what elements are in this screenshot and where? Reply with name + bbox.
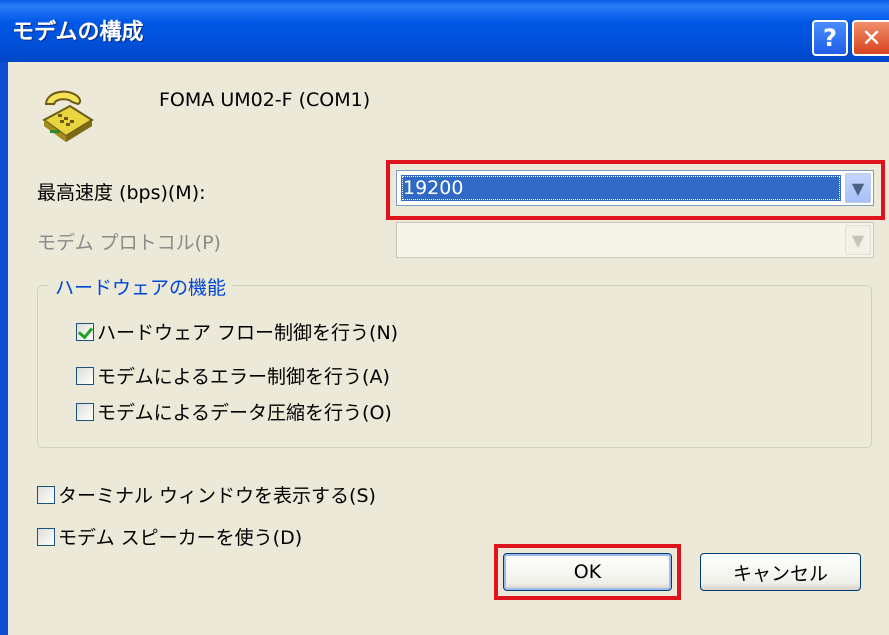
error-control-checkbox[interactable]: モデムによるエラー制御を行う(A) [76, 362, 390, 389]
modem-speaker-checkbox[interactable]: モデム スピーカーを使う(D) [37, 523, 302, 550]
cancel-button[interactable]: キャンセル [700, 553, 861, 591]
terminal-window-label: ターミナル ウィンドウを表示する(S) [58, 485, 376, 507]
checkbox-box[interactable] [76, 366, 94, 385]
data-compression-label: モデムによるデータ圧縮を行う(O) [97, 402, 392, 424]
highlight-speed [386, 160, 885, 220]
close-icon: ✕ [861, 24, 882, 52]
highlight-ok [494, 544, 681, 600]
checkbox-box[interactable] [37, 485, 55, 504]
checkbox-box[interactable] [37, 527, 55, 546]
protocol-label: モデム プロトコル(P) [37, 232, 221, 254]
hardware-features-legend: ハードウェアの機能 [49, 273, 233, 300]
checkbox-box[interactable] [76, 402, 94, 421]
modem-speaker-label: モデム スピーカーを使う(D) [58, 527, 303, 549]
window-title: モデムの構成 [12, 20, 144, 45]
modem-name: FOMA UM02-F (COM1) [159, 89, 371, 111]
hardware-flow-control-label: ハードウェア フロー制御を行う(N) [97, 322, 399, 344]
terminal-window-checkbox[interactable]: ターミナル ウィンドウを表示する(S) [37, 481, 376, 508]
protocol-dropdown: ▼ [396, 222, 874, 258]
error-control-label: モデムによるエラー制御を行う(A) [97, 366, 390, 388]
help-button[interactable]: ? [812, 20, 848, 56]
title-bar[interactable]: モデムの構成 ? ✕ [0, 0, 889, 62]
max-speed-label: 最高速度 (bps)(M): [37, 182, 206, 204]
data-compression-checkbox[interactable]: モデムによるデータ圧縮を行う(O) [76, 398, 392, 425]
checkbox-box[interactable] [76, 322, 94, 341]
telephone-modem-icon [42, 90, 94, 142]
chevron-down-icon: ▼ [845, 225, 871, 255]
window-frame-left [0, 62, 8, 635]
hardware-flow-control-checkbox[interactable]: ハードウェア フロー制御を行う(N) [76, 318, 398, 345]
close-button[interactable]: ✕ [852, 20, 889, 56]
help-icon: ? [823, 24, 837, 52]
